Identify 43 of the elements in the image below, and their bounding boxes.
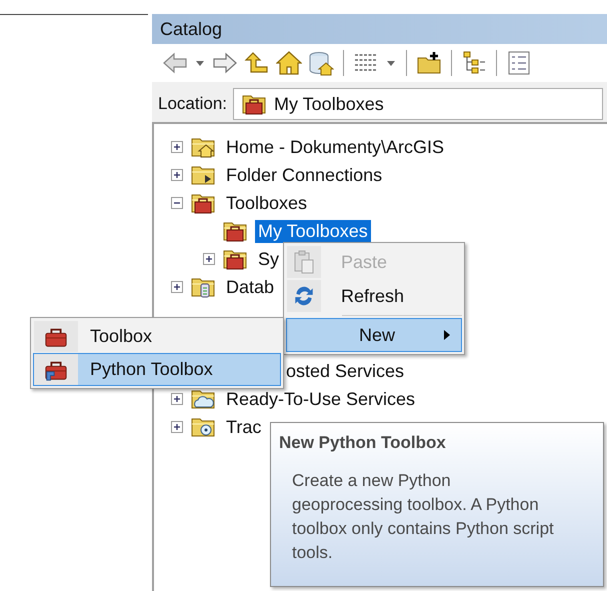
menu-item[interactable]: Toolbox: [33, 320, 281, 353]
toolbox-icon: [223, 220, 247, 242]
location-label: Location:: [158, 94, 227, 114]
expand-icon[interactable]: [171, 169, 183, 181]
menu-item[interactable]: Python Toolbox: [33, 353, 281, 386]
tree-item[interactable]: Datab: [223, 276, 278, 298]
menu-item[interactable]: Refresh: [286, 279, 462, 313]
toolbox-icon: [223, 248, 247, 270]
toolbox-icon: [242, 93, 266, 115]
cloud-folder-icon: [191, 388, 215, 410]
back-arrow-icon[interactable]: [162, 50, 188, 76]
expand-icon[interactable]: [171, 393, 183, 405]
expand-icon[interactable]: [203, 253, 215, 265]
home-icon[interactable]: [276, 50, 302, 76]
toolbox-icon: [191, 192, 215, 214]
home-folder-icon: [191, 136, 215, 158]
panel-title: Catalog: [160, 18, 222, 40]
folder-icon: [191, 164, 215, 186]
expand-icon[interactable]: [171, 141, 183, 153]
clipboard-icon: [292, 250, 316, 274]
tree-item[interactable]: Trac: [223, 416, 264, 438]
collapse-icon[interactable]: [171, 197, 183, 209]
tree-item[interactable]: Home - Dokumenty\ArcGIS: [223, 136, 448, 158]
menu-item[interactable]: New: [286, 318, 462, 352]
expand-icon[interactable]: [171, 421, 183, 433]
submenu-arrow-icon: [443, 329, 451, 341]
tree-item[interactable]: osted Services: [283, 360, 408, 382]
tree-item[interactable]: My Toolboxes: [255, 220, 371, 242]
location-field[interactable]: My Toolboxes: [233, 88, 603, 120]
folder-plus-icon[interactable]: [416, 50, 442, 76]
tree-item[interactable]: Folder Connections: [223, 164, 386, 186]
tree-item[interactable]: Sy: [255, 248, 282, 270]
tooltip-text: Create a new Python geoprocessing toolbox. A Python toolbox only contains Python script tools.: [291, 470, 554, 564]
forward-arrow-icon[interactable]: [212, 50, 238, 76]
tree-item[interactable]: Ready-To-Use Services: [223, 388, 418, 410]
tooltip-title: New Python Toolbox: [279, 433, 447, 453]
tree-view-icon[interactable]: [461, 50, 487, 76]
expand-icon[interactable]: [171, 281, 183, 293]
details-icon[interactable]: [506, 50, 532, 76]
tracking-folder-icon: [191, 416, 215, 438]
database-home-icon[interactable]: [308, 50, 334, 76]
tree-item[interactable]: Toolboxes: [223, 192, 310, 214]
database-folder-icon: [191, 276, 215, 298]
